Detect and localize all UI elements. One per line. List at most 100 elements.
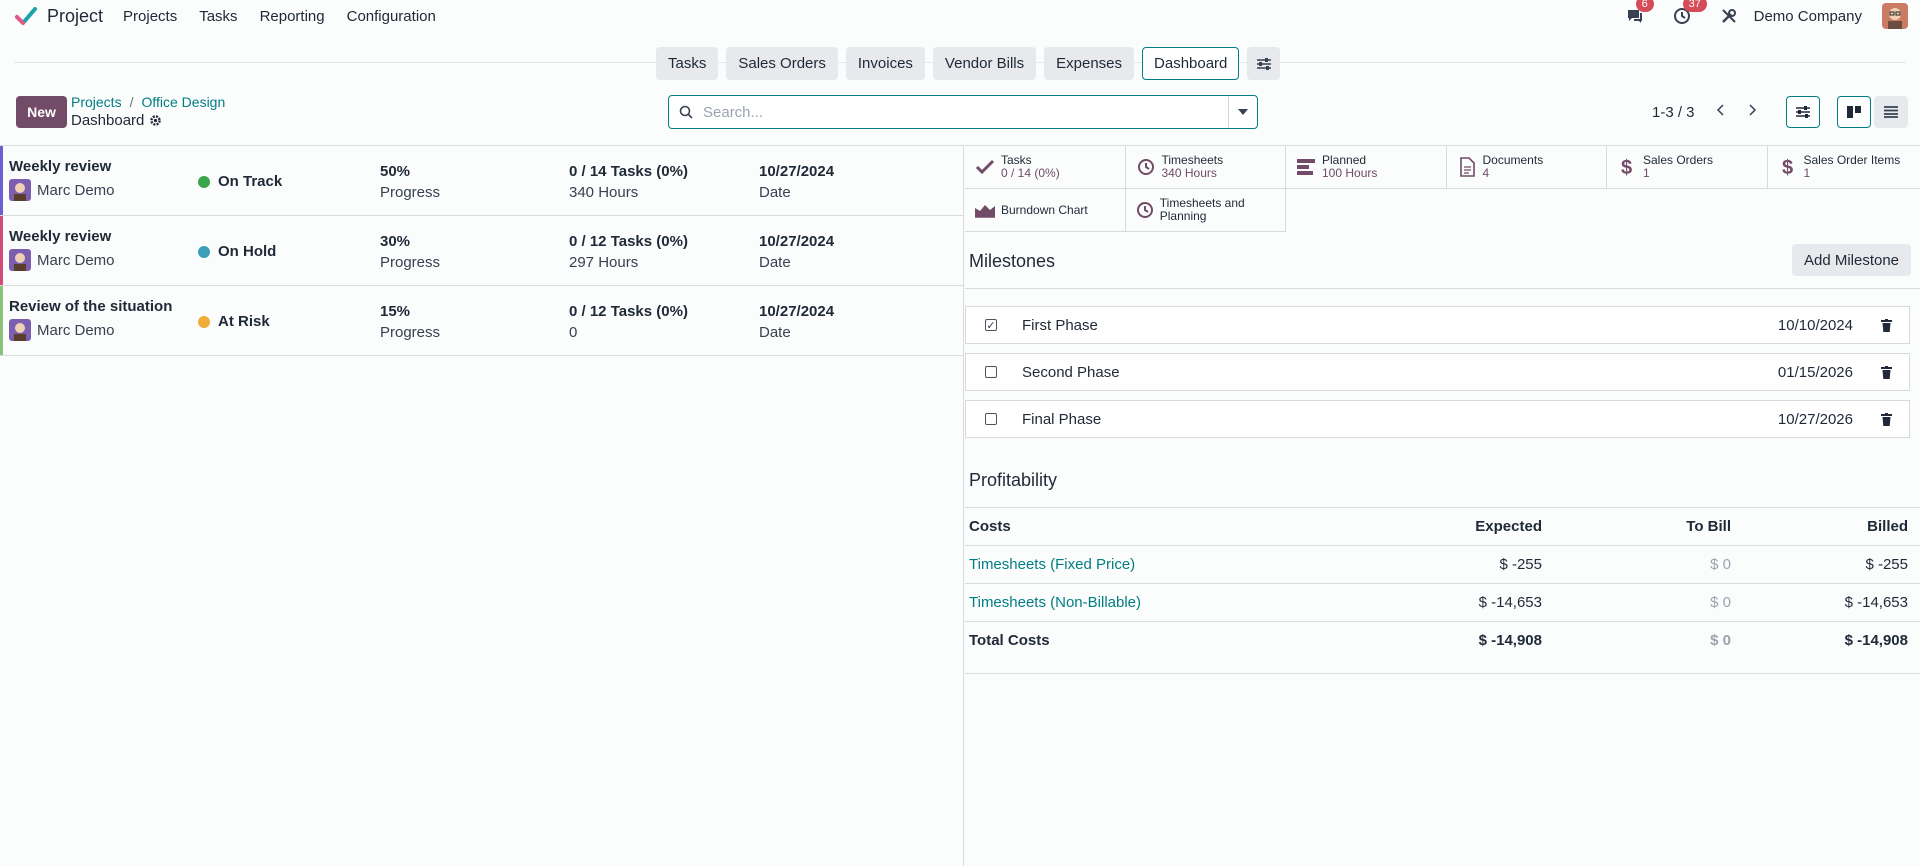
trash-icon[interactable] bbox=[1879, 411, 1893, 427]
milestones-title: Milestones bbox=[969, 251, 1056, 271]
cost-label-link[interactable]: Timesheets (Non-Billable) bbox=[965, 583, 1392, 622]
user-avatar[interactable] bbox=[1882, 3, 1908, 29]
milestone-checkbox[interactable] bbox=[985, 413, 997, 425]
billed-value: $ -14,653 bbox=[1731, 583, 1920, 622]
kanban-view-button[interactable] bbox=[1837, 96, 1871, 128]
progress-value: 30% bbox=[380, 233, 411, 250]
pager-previous-button[interactable] bbox=[1709, 99, 1731, 121]
update-row[interactable]: Weekly review Marc Demo On Track 50% Progres… bbox=[0, 146, 963, 216]
profitability-body: Timesheets (Fixed Price) $ -255 $ 0 $ -255 T… bbox=[965, 545, 1920, 674]
cost-label-link[interactable]: Timesheets (Fixed Price) bbox=[965, 545, 1392, 584]
stat-filler bbox=[1286, 189, 1447, 232]
dollar-icon: $ bbox=[1776, 155, 1800, 179]
sliders-icon bbox=[1796, 106, 1810, 118]
breadcrumb-projects[interactable]: Projects bbox=[71, 94, 122, 110]
profitability-table: Costs Expected To Bill Billed Timesheets… bbox=[965, 507, 1920, 674]
milestone-name[interactable]: Second Phase bbox=[1022, 364, 1120, 381]
stat-text: Documents 4 bbox=[1483, 154, 1544, 180]
trash-icon[interactable] bbox=[1879, 364, 1893, 380]
action-sales-orders-button[interactable]: Sales Orders bbox=[726, 47, 838, 80]
company-switcher[interactable]: Demo Company bbox=[1754, 8, 1862, 25]
menu-tasks[interactable]: Tasks bbox=[199, 8, 237, 25]
action-tasks-button[interactable]: Tasks bbox=[656, 47, 719, 80]
author-name: Marc Demo bbox=[37, 321, 115, 339]
milestone-deadline[interactable]: 10/10/2024 bbox=[1778, 317, 1853, 334]
activities-button[interactable]: 37 bbox=[1671, 0, 1707, 27]
milestone-checkbox[interactable] bbox=[985, 366, 997, 378]
stat-button-timesheets-and-planning[interactable]: Timesheets and Planning bbox=[1125, 189, 1286, 232]
action-dashboard-button[interactable]: Dashboard bbox=[1142, 47, 1240, 80]
stat-filler bbox=[1447, 189, 1608, 232]
chevron-left-icon bbox=[1716, 104, 1724, 116]
stat-text: Timesheets 340 Hours bbox=[1162, 154, 1224, 180]
update-name: Weekly review bbox=[9, 158, 112, 175]
project-dashboard: Tasks 0 / 14 (0%) Timesheets 340 Hours Plann… bbox=[965, 145, 1920, 866]
stat-button-timesheets[interactable]: Timesheets 340 Hours bbox=[1125, 146, 1286, 189]
document-icon bbox=[1455, 155, 1479, 179]
action-expenses-button[interactable]: Expenses bbox=[1044, 47, 1135, 80]
status-badge: On Track bbox=[218, 173, 283, 190]
total-billed: $ -14,908 bbox=[1731, 621, 1920, 674]
action-settings-button[interactable] bbox=[1247, 47, 1281, 80]
action-vendor-bills-button[interactable]: Vendor Bills bbox=[932, 47, 1037, 80]
author-name: Marc Demo bbox=[37, 251, 115, 269]
new-button[interactable]: New bbox=[16, 96, 67, 128]
expected-value: $ -14,653 bbox=[1392, 583, 1542, 622]
messages-badge: 6 bbox=[1635, 0, 1654, 12]
stat-button-documents[interactable]: Documents 4 bbox=[1446, 146, 1607, 189]
add-milestone-button[interactable]: Add Milestone bbox=[1792, 244, 1911, 276]
list-view-button[interactable] bbox=[1874, 96, 1908, 128]
activities-badge: 37 bbox=[1682, 0, 1707, 12]
milestone-name[interactable]: First Phase bbox=[1022, 317, 1098, 334]
pager-value[interactable]: 1-3 / 3 bbox=[1652, 104, 1695, 121]
search-options-toggle[interactable] bbox=[1228, 96, 1257, 128]
search-bar bbox=[668, 95, 1258, 129]
stat-button-planned[interactable]: Planned 100 Hours bbox=[1286, 146, 1447, 189]
tools-icon bbox=[1721, 9, 1736, 23]
stat-text: Timesheets and Planning bbox=[1160, 197, 1285, 223]
stat-button-sales-orders[interactable]: $ Sales Orders 1 bbox=[1607, 146, 1768, 189]
app-brand[interactable]: Project bbox=[14, 4, 123, 28]
stat-button-tasks[interactable]: Tasks 0 / 14 (0%) bbox=[965, 146, 1126, 189]
stat-value: 0 / 14 (0%) bbox=[1001, 166, 1060, 180]
progress-label: Progress bbox=[380, 254, 441, 271]
trash-icon[interactable] bbox=[1879, 317, 1893, 333]
milestone-checkbox[interactable]: ✓ bbox=[985, 319, 997, 332]
update-name: Weekly review bbox=[9, 228, 112, 245]
project-app-icon bbox=[15, 7, 37, 25]
update-row[interactable]: Review of the situation Marc Demo At Risk 1… bbox=[0, 286, 963, 356]
page-title: Dashboard bbox=[71, 112, 162, 129]
tools-button[interactable] bbox=[1718, 5, 1740, 27]
billed-header: Billed bbox=[1731, 507, 1920, 546]
milestones-divider bbox=[965, 288, 1920, 289]
gear-icon[interactable] bbox=[149, 114, 162, 127]
action-invoices-button[interactable]: Invoices bbox=[845, 47, 925, 80]
date-value: 10/27/2024 bbox=[759, 303, 835, 320]
menu-reporting[interactable]: Reporting bbox=[260, 8, 325, 25]
stat-button-sales-order-items[interactable]: $ Sales Order Items 1 bbox=[1767, 146, 1920, 189]
stat-value: 340 Hours bbox=[1161, 166, 1217, 180]
messages-button[interactable]: 6 bbox=[1624, 0, 1654, 27]
stat-button-burndown-chart[interactable]: Burndown Chart bbox=[965, 189, 1126, 232]
filter-panel-toggle[interactable] bbox=[1786, 96, 1820, 128]
profitability-title: Profitability bbox=[969, 470, 1058, 490]
menu-configuration[interactable]: Configuration bbox=[347, 8, 436, 25]
stat-text: Planned 100 Hours bbox=[1322, 154, 1377, 180]
stat-filler bbox=[1607, 189, 1768, 232]
menu-projects[interactable]: Projects bbox=[123, 8, 177, 25]
update-row[interactable]: Weekly review Marc Demo On Hold 30% Progress… bbox=[0, 216, 963, 286]
breadcrumb-office-design[interactable]: Office Design bbox=[141, 94, 225, 110]
search-icon bbox=[669, 96, 703, 128]
milestone-name[interactable]: Final Phase bbox=[1022, 411, 1101, 428]
color-stripe bbox=[0, 286, 3, 355]
progress-value: 15% bbox=[380, 303, 411, 320]
status-badge: At Risk bbox=[218, 313, 270, 330]
breadcrumb-separator: / bbox=[129, 94, 134, 110]
search-input[interactable] bbox=[703, 96, 1228, 128]
stat-text: Sales Orders 1 bbox=[1643, 154, 1713, 180]
total-costs-label: Total Costs bbox=[965, 621, 1392, 674]
milestone-deadline[interactable]: 10/27/2026 bbox=[1778, 411, 1853, 428]
milestone-deadline[interactable]: 01/15/2026 bbox=[1778, 364, 1853, 381]
pager-next-button[interactable] bbox=[1742, 99, 1764, 121]
to-bill-value: $ 0 bbox=[1542, 583, 1731, 622]
